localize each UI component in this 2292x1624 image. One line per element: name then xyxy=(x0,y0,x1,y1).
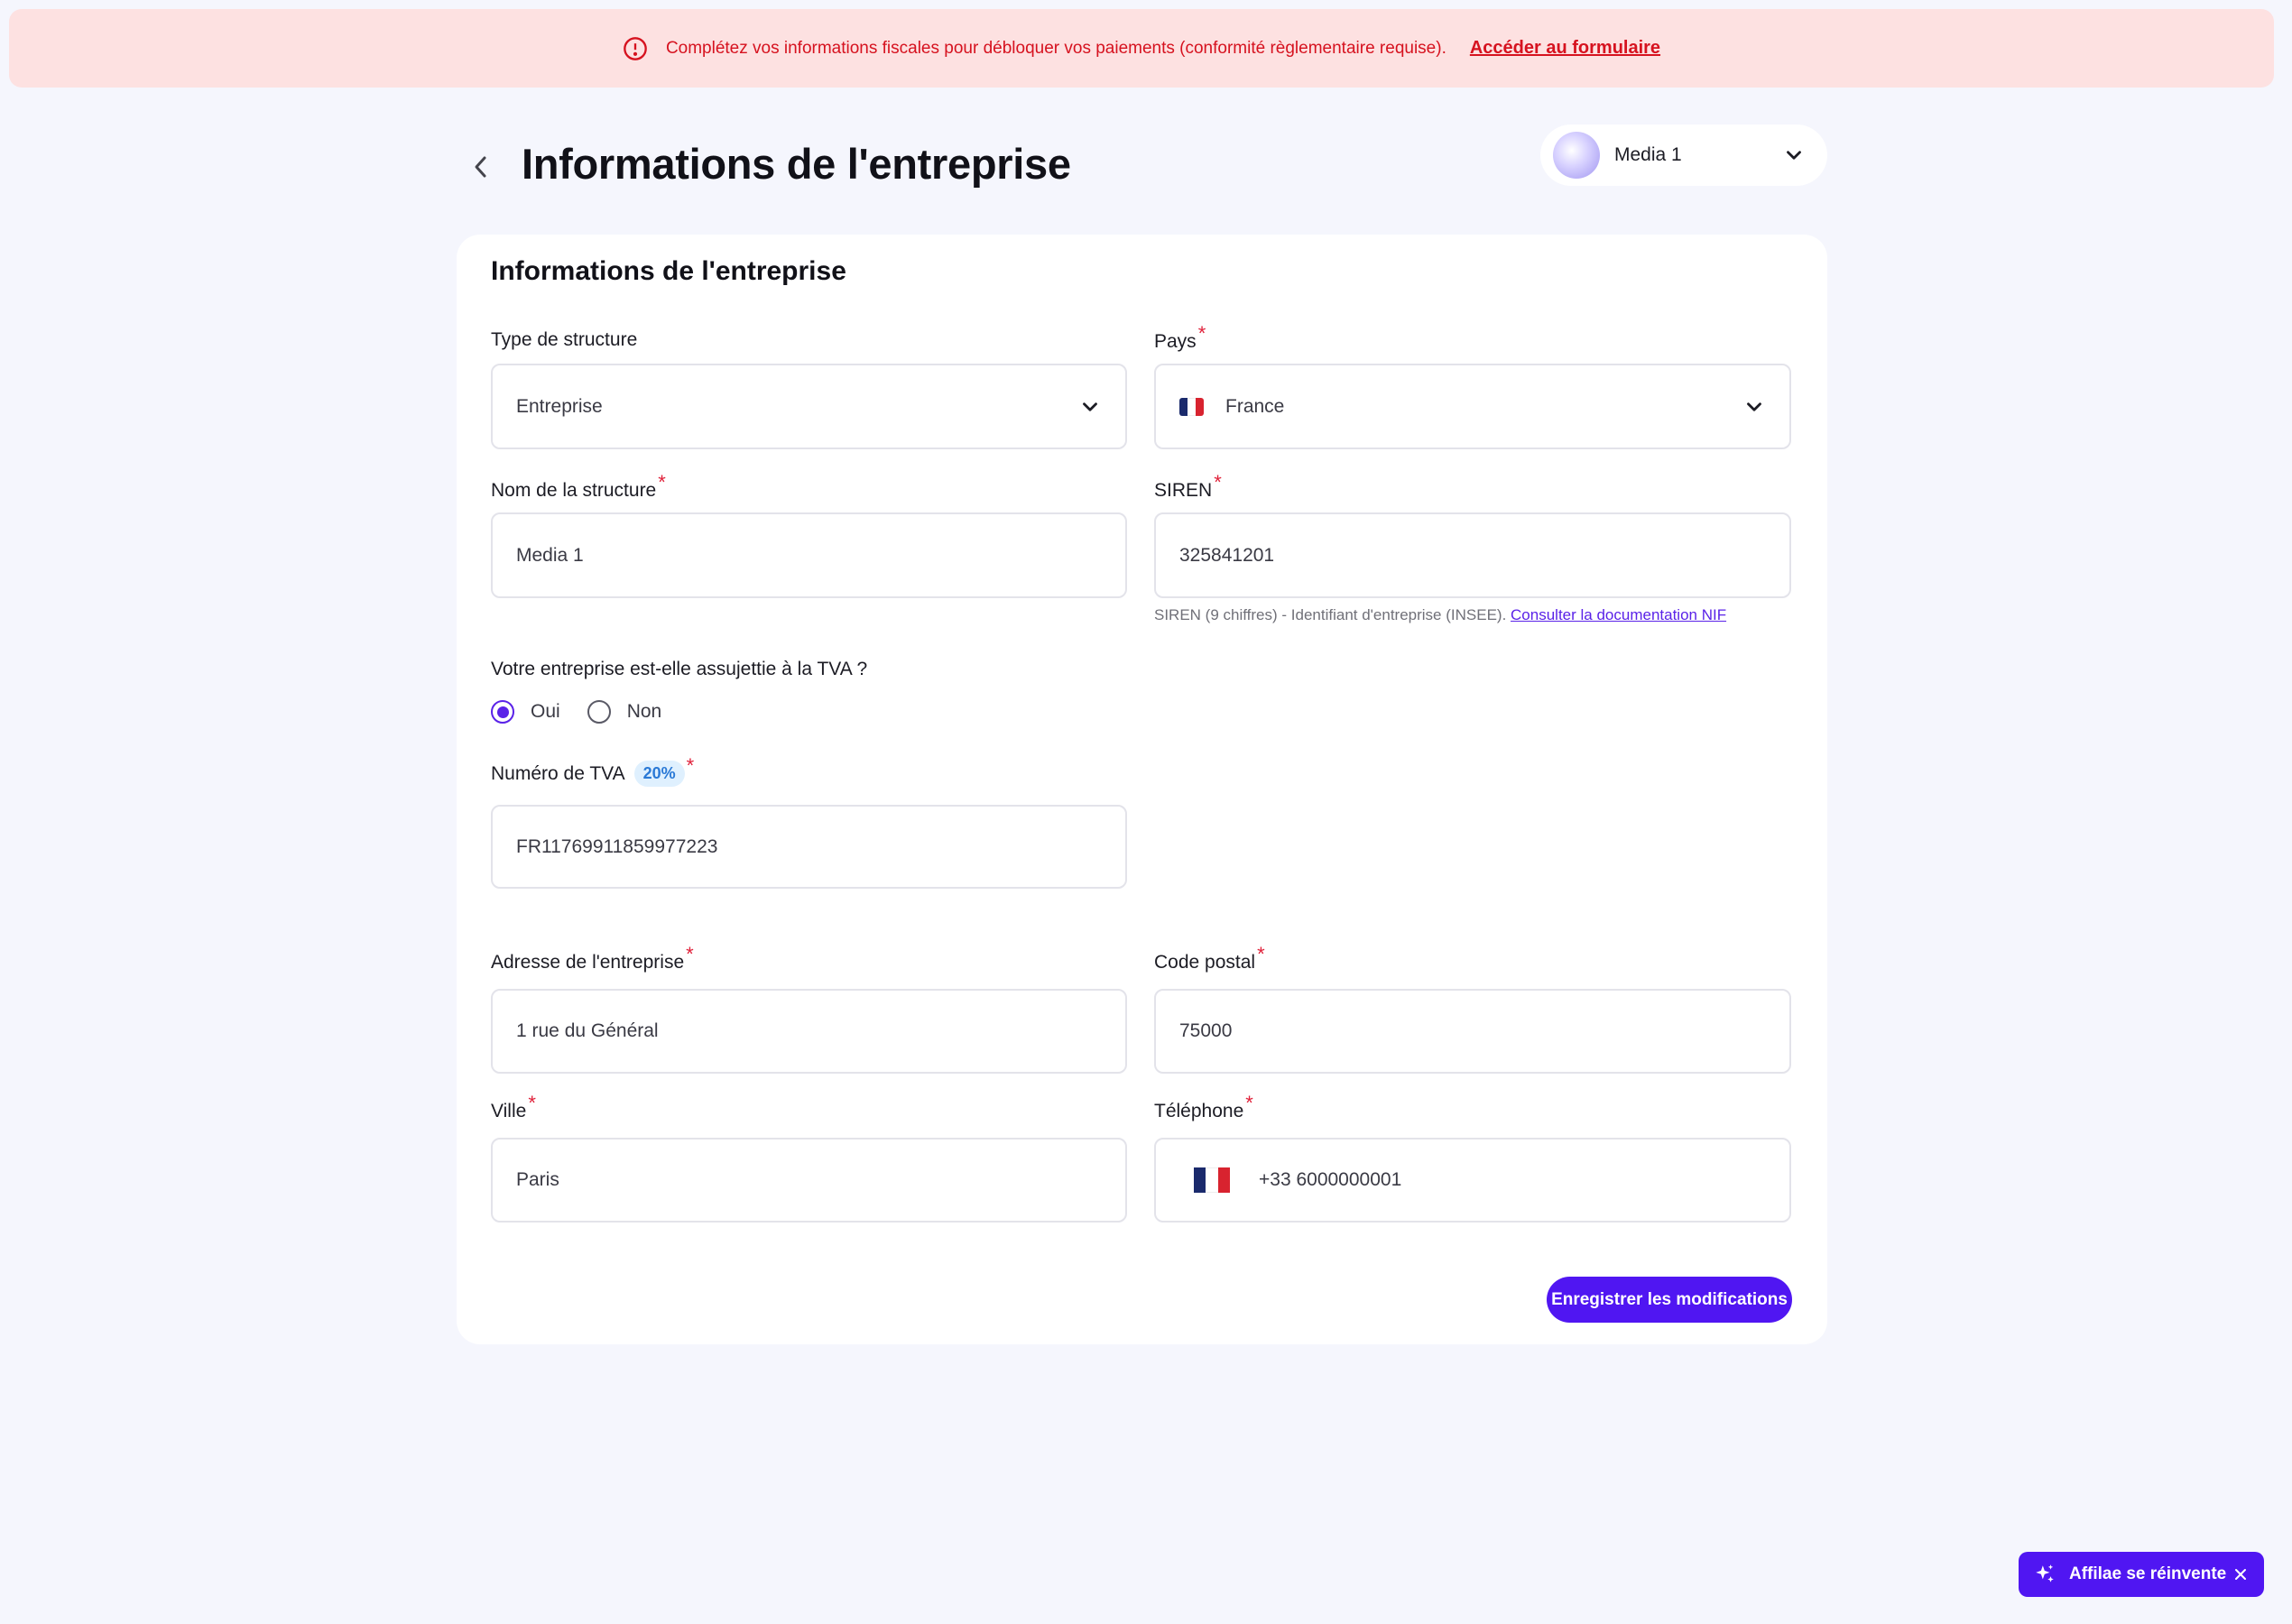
structure-name-label: Nom de la structure* xyxy=(491,471,666,501)
chevron-down-icon xyxy=(1747,401,1761,411)
postal-code-input[interactable]: 75000 xyxy=(1154,989,1791,1074)
siren-value: 325841201 xyxy=(1179,544,1275,566)
back-button[interactable] xyxy=(466,152,496,182)
account-name: Media 1 xyxy=(1614,144,1682,165)
phone-label: Téléphone* xyxy=(1154,1092,1253,1121)
city-label: Ville* xyxy=(491,1092,536,1121)
city-input[interactable]: Paris xyxy=(491,1138,1127,1223)
vat-no-label[interactable]: Non xyxy=(627,701,662,723)
vat-number-value: FR11769911859977223 xyxy=(516,835,718,857)
vat-number-label: Numéro de TVA 20% * xyxy=(491,754,694,788)
address-value: 1 rue du Général xyxy=(516,1020,659,1041)
vat-number-input[interactable]: FR11769911859977223 xyxy=(491,805,1127,889)
alert-form-link[interactable]: Accéder au formulaire xyxy=(1470,38,1660,59)
siren-input[interactable]: 325841201 xyxy=(1154,512,1791,598)
structure-name-value: Media 1 xyxy=(516,544,584,566)
phone-input[interactable]: +33 6000000001 xyxy=(1154,1138,1791,1223)
postal-code-label: Code postal* xyxy=(1154,943,1265,973)
vat-rate-badge: 20% xyxy=(633,761,685,787)
alert-banner: Complétez vos informations fiscales pour… xyxy=(9,9,2274,88)
alert-message: Complétez vos informations fiscales pour… xyxy=(665,38,1446,58)
vat-radio-group: Oui Non xyxy=(491,700,689,724)
sparkle-icon xyxy=(2036,1564,2054,1582)
save-changes-button[interactable]: Enregistrer les modifications xyxy=(1547,1277,1792,1323)
flag-france-icon xyxy=(1179,397,1204,416)
vat-yes-radio[interactable] xyxy=(491,700,514,724)
info-circle-icon xyxy=(624,36,647,60)
account-switcher[interactable]: Media 1 xyxy=(1540,125,1827,186)
avatar xyxy=(1553,132,1600,179)
card-title: Informations de l'entreprise xyxy=(491,256,846,286)
country-value: France xyxy=(1225,395,1285,417)
country-label: Pays* xyxy=(1154,322,1206,352)
structure-type-select[interactable]: Entreprise xyxy=(491,364,1127,449)
address-label: Adresse de l'entreprise* xyxy=(491,943,694,973)
promo-banner[interactable]: Affilae se réinvente xyxy=(2019,1552,2264,1597)
vat-yes-label[interactable]: Oui xyxy=(531,701,560,723)
company-info-card: Informations de l'entreprise Type de str… xyxy=(457,235,1827,1344)
structure-name-input[interactable]: Media 1 xyxy=(491,512,1127,598)
vat-no-radio[interactable] xyxy=(587,700,611,724)
vat-question-label: Votre entreprise est-elle assujettie à l… xyxy=(491,659,868,679)
page-title: Informations de l'entreprise xyxy=(522,140,1071,188)
postal-code-value: 75000 xyxy=(1179,1020,1233,1041)
chevron-left-icon xyxy=(475,156,486,178)
chevron-down-icon xyxy=(1787,151,1801,160)
flag-france-icon[interactable] xyxy=(1194,1167,1230,1193)
address-input[interactable]: 1 rue du Général xyxy=(491,989,1127,1074)
city-value: Paris xyxy=(516,1169,559,1190)
nif-documentation-link[interactable]: Consulter la documentation NIF xyxy=(1511,606,1726,623)
phone-value: +33 6000000001 xyxy=(1259,1169,1402,1190)
country-select[interactable]: France xyxy=(1154,364,1791,449)
structure-type-value: Entreprise xyxy=(516,395,603,417)
siren-hint: SIREN (9 chiffres) - Identifiant d'entre… xyxy=(1154,606,1727,623)
promo-label: Affilae se réinvente xyxy=(2069,1564,2227,1583)
structure-type-label: Type de structure xyxy=(491,329,638,350)
chevron-down-icon xyxy=(1083,401,1097,411)
close-icon[interactable] xyxy=(2232,1565,2250,1583)
siren-label: SIREN* xyxy=(1154,471,1222,501)
